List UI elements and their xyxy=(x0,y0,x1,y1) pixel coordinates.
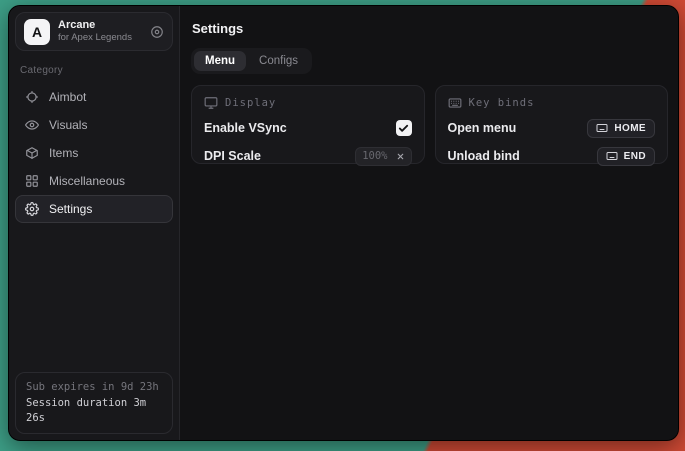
sidebar-item-visuals[interactable]: Visuals xyxy=(15,111,173,139)
tab-configs[interactable]: Configs xyxy=(248,51,309,71)
sidebar-item-label: Miscellaneous xyxy=(49,174,125,188)
sidebar-item-label: Settings xyxy=(49,202,92,216)
card-title: Key binds xyxy=(469,97,535,109)
subscription-info: Sub expires in 9d 23h Session duration 3… xyxy=(15,372,173,434)
session-duration-text: Session duration 3m 26s xyxy=(26,396,162,426)
dpi-scale-value: 100% xyxy=(362,150,395,162)
clear-icon[interactable] xyxy=(396,152,405,161)
gear-icon xyxy=(25,202,39,216)
dpi-scale-input[interactable]: 100% xyxy=(355,147,411,166)
eye-icon xyxy=(25,118,39,132)
sidebar-nav: Aimbot Visuals Items xyxy=(15,83,173,223)
sidebar: A Arcane for Apex Legends Category xyxy=(9,6,180,440)
tab-menu[interactable]: Menu xyxy=(194,51,246,71)
open-menu-label: Open menu xyxy=(448,121,517,135)
brand-title: Arcane xyxy=(58,19,142,33)
keyboard-icon xyxy=(448,96,462,110)
sidebar-item-miscellaneous[interactable]: Miscellaneous xyxy=(15,167,173,195)
enable-vsync-label: Enable VSync xyxy=(204,121,287,135)
brand-logo: A xyxy=(24,19,50,45)
sidebar-item-items[interactable]: Items xyxy=(15,139,173,167)
brand-card: A Arcane for Apex Legends xyxy=(15,12,173,51)
app-window: A Arcane for Apex Legends Category xyxy=(8,5,679,441)
sidebar-item-label: Items xyxy=(49,146,78,160)
open-menu-keybind[interactable]: HOME xyxy=(587,119,655,138)
display-card: Display Enable VSync DPI Scale 100% xyxy=(191,85,425,164)
settings-tabbar: Menu Configs xyxy=(191,48,312,74)
vsync-checkbox[interactable] xyxy=(396,120,412,136)
page-title: Settings xyxy=(192,21,668,36)
keybind-value: END xyxy=(624,151,646,162)
keybind-value: HOME xyxy=(614,123,646,134)
crosshair-icon xyxy=(25,90,39,104)
dpi-scale-label: DPI Scale xyxy=(204,149,261,163)
monitor-icon xyxy=(204,96,218,110)
keybinds-card: Key binds Open menu HOME Unload bind xyxy=(435,85,669,164)
sub-expiry-text: Sub expires in 9d 23h xyxy=(26,380,162,395)
grid-icon xyxy=(25,174,39,188)
sidebar-item-label: Aimbot xyxy=(49,90,86,104)
sidebar-item-label: Visuals xyxy=(49,118,87,132)
unload-bind-keybind[interactable]: END xyxy=(597,147,655,166)
sidebar-item-aimbot[interactable]: Aimbot xyxy=(15,83,173,111)
keyboard-icon xyxy=(596,122,608,134)
main-panel: Settings Menu Configs Display E xyxy=(180,6,678,440)
unload-bind-label: Unload bind xyxy=(448,149,520,163)
sidebar-item-settings[interactable]: Settings xyxy=(15,195,173,223)
box-icon xyxy=(25,146,39,160)
brand-subtitle: for Apex Legends xyxy=(58,32,142,44)
target-icon[interactable] xyxy=(150,25,164,39)
category-label: Category xyxy=(20,65,168,76)
keyboard-icon xyxy=(606,150,618,162)
card-title: Display xyxy=(225,97,276,109)
